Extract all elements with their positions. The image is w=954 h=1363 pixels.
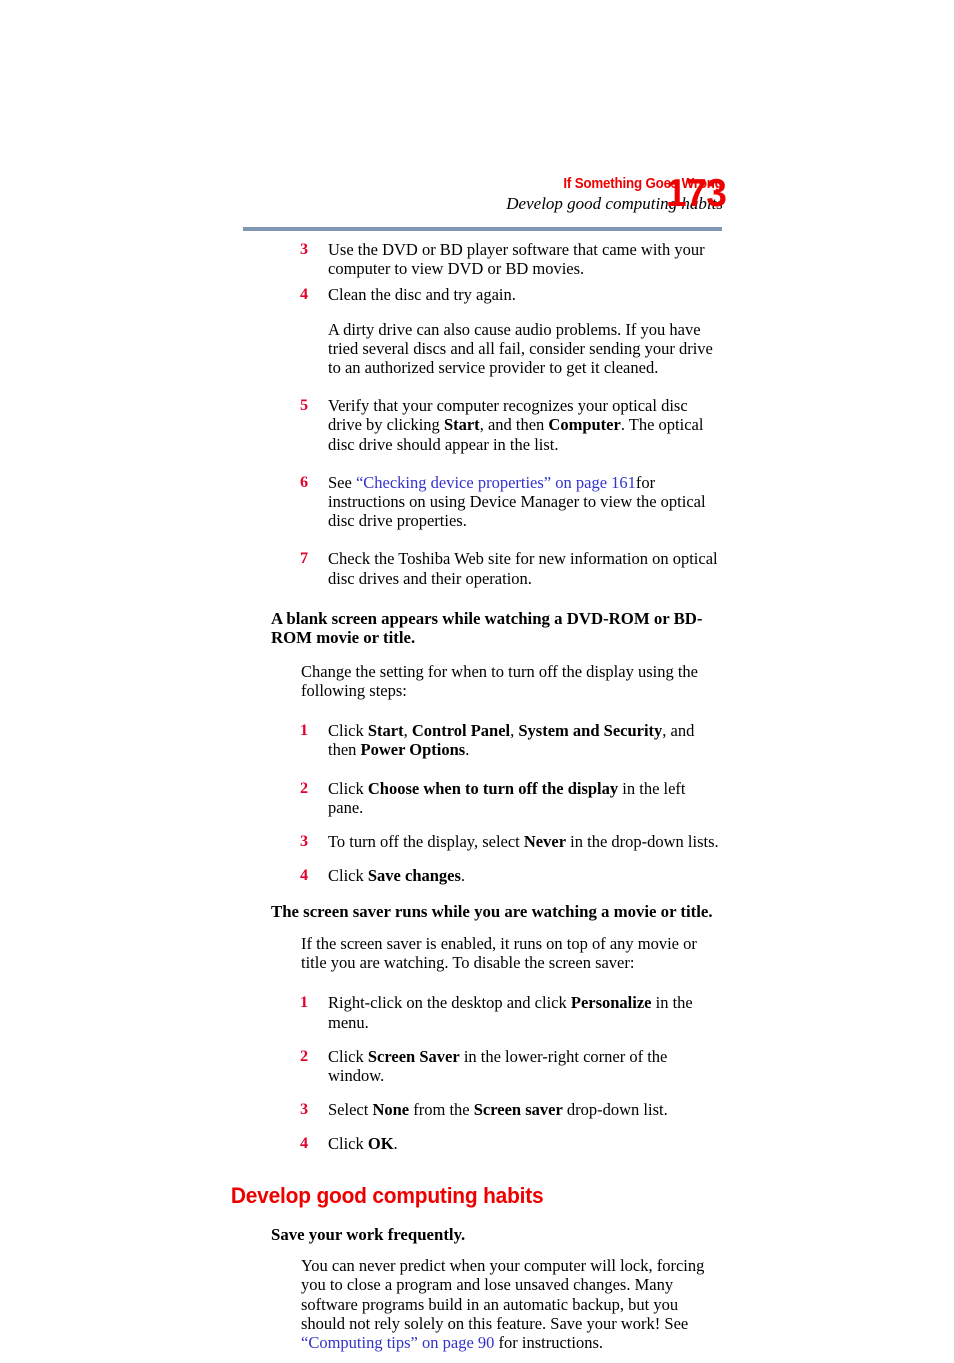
list-number: 3 (300, 240, 309, 258)
paragraph-text-part: for instructions. (494, 1332, 604, 1352)
list-item-text-part: Click (328, 778, 368, 798)
bold-ui-term: System and Security (518, 721, 663, 741)
bold-ui-term: None (372, 1100, 410, 1120)
list-item-text-part: See (328, 472, 356, 492)
bold-ui-term: Screen saver (473, 1100, 563, 1120)
dirty-drive-paragraph: A dirty drive can also cause audio probl… (328, 319, 713, 378)
list-item-text: Check the Toshiba Web site for new infor… (328, 549, 718, 588)
list-item-text-part: . (460, 866, 466, 886)
save-work-paragraph: You can never predict when your computer… (0, 1256, 722, 1352)
list-item: 4 Click Save changes. (0, 866, 722, 885)
bold-ui-term: Choose when to turn off the display (367, 778, 619, 798)
cross-reference-link-computing-tips[interactable]: “Computing tips” on page 90 (301, 1333, 494, 1352)
list-number: 4 (300, 285, 309, 304)
list-number: 4 (300, 866, 309, 885)
page-content: 3 Use the DVD or BD player software that… (0, 240, 954, 1363)
list-item-text-part: from the (409, 1100, 474, 1120)
subheading-screen-saver: The screen saver runs while you are watc… (271, 902, 713, 922)
bold-ui-term: OK (367, 1134, 394, 1154)
paragraph-text-part: You can never predict when your computer… (301, 1256, 705, 1333)
list-item-text-part: , (403, 721, 412, 741)
bold-ui-term: Save changes (367, 866, 461, 886)
running-header: If Something Goes Wrong Develop good com… (243, 176, 723, 215)
bold-ui-term: Personalize (570, 993, 652, 1013)
list-item: 1 Right-click on the desktop and click P… (0, 993, 722, 1031)
list-item: 2 Click Screen Saver in the lower-right … (0, 1047, 722, 1085)
bold-ui-term: Screen Saver (367, 1046, 460, 1066)
list-item-text-part: Click (328, 1046, 368, 1066)
bold-ui-term: Power Options (360, 740, 466, 760)
list-item-text-part: Click (328, 866, 368, 886)
bold-ui-term: Computer (548, 415, 621, 435)
list-item-text-part: . (393, 1134, 398, 1154)
list-item-text-part: Right-click on the desktop and click (328, 993, 571, 1013)
list-item: 6 See “Checking device properties” on pa… (0, 473, 722, 531)
subheading-save-your-work-frequently: Save your work frequently. (271, 1224, 466, 1244)
bold-ui-term: Start (443, 415, 480, 435)
section-heading-develop-good-computing-habits: Develop good computing habits (230, 1182, 544, 1208)
list-item-text: Clean the disc and try again. (328, 285, 516, 305)
list-item-text-part: , and then (479, 415, 549, 435)
screen-saver-intro-paragraph: If the screen saver is enabled, it runs … (301, 933, 697, 973)
bold-ui-term: Start (367, 721, 404, 741)
list-item: 4 Click OK. (0, 1134, 722, 1153)
list-item-text-part: Select (328, 1100, 373, 1120)
list-number: 5 (300, 396, 309, 415)
header-rule-divider (243, 227, 722, 231)
document-page: If Something Goes Wrong Develop good com… (0, 0, 954, 1352)
list-number: 7 (300, 549, 309, 568)
list-item-text: Use the DVD or BD player software that c… (328, 240, 705, 279)
list-item: 3 Use the DVD or BD player software that… (0, 240, 722, 278)
list-item-text-part: To turn off the display, select (328, 832, 524, 852)
list-item: 3 To turn off the display, select Never … (0, 832, 722, 851)
cross-reference-link-checking-device-properties[interactable]: “Checking device properties” on page 161 (356, 473, 636, 492)
list-number: 1 (300, 721, 309, 740)
list-item: 2 Click Choose when to turn off the disp… (0, 779, 722, 817)
blank-screen-intro-paragraph: Change the setting for when to turn off … (301, 661, 698, 701)
list-number: 2 (300, 778, 309, 797)
list-number: 3 (300, 832, 309, 851)
list-number: 3 (300, 1100, 309, 1119)
subheading-blank-screen: A blank screen appears while watching a … (271, 608, 703, 648)
list-item: 5 Verify that your computer recognizes y… (0, 396, 722, 454)
list-item-text-part: . (465, 740, 470, 760)
list-item-text-part: in the drop-down lists. (566, 832, 719, 852)
list-item: 4 Clean the disc and try again. (0, 285, 722, 304)
list-number: 1 (300, 993, 309, 1012)
list-item: 7 Check the Toshiba Web site for new inf… (0, 549, 722, 587)
list-number: 2 (300, 1046, 309, 1065)
list-item-text-part: drop-down list. (562, 1100, 668, 1120)
bold-ui-term: Never (523, 832, 567, 852)
bold-ui-term: Control Panel (411, 721, 511, 741)
page-number: 173 (666, 172, 727, 215)
list-number: 4 (300, 1134, 309, 1153)
list-item: 3 Select None from the Screen saver drop… (0, 1100, 722, 1119)
list-item: 1 Click Start, Control Panel, System and… (0, 721, 722, 759)
list-number: 6 (300, 472, 309, 491)
list-item-text-part: Click (328, 721, 368, 741)
list-item-text-part: Click (328, 1134, 368, 1154)
